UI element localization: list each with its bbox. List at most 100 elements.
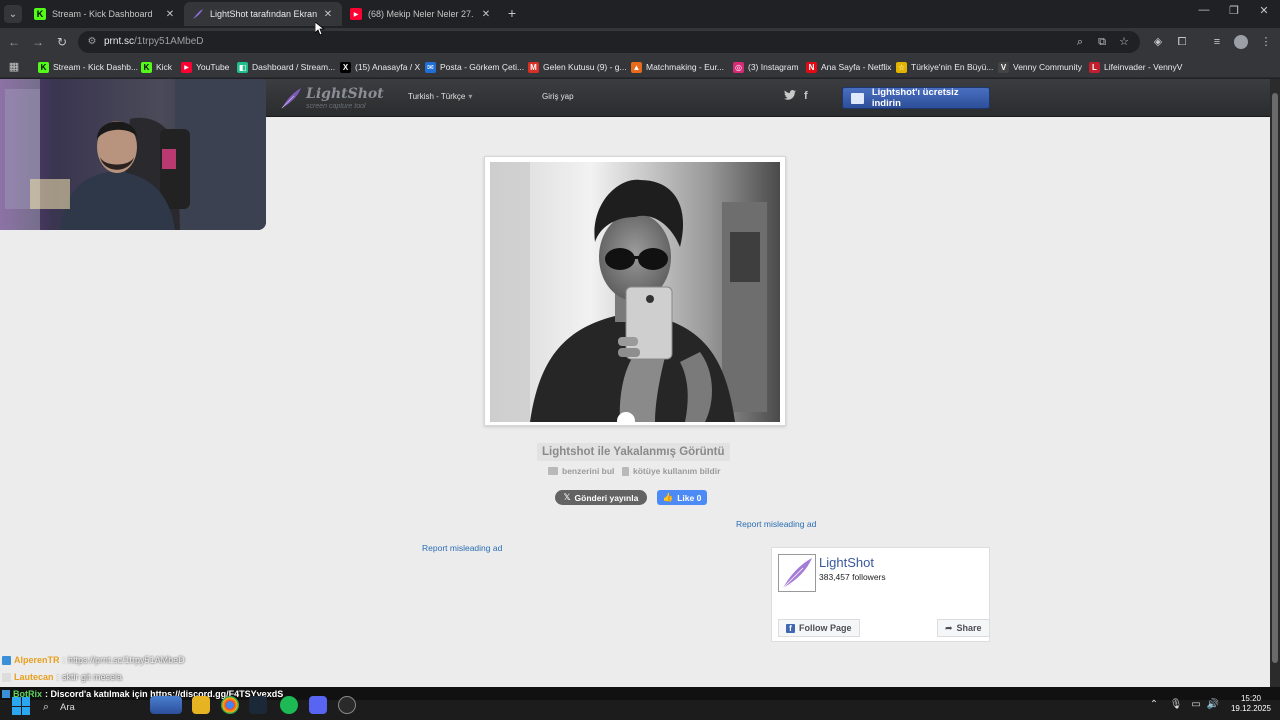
tab-title: Stream - Kick Dashboard: [52, 9, 153, 19]
spotify-icon[interactable]: [280, 696, 298, 714]
media-control-icon[interactable]: ≡: [1209, 34, 1225, 50]
bookmark-item[interactable]: K Stream - Kick Dashb...: [38, 60, 138, 74]
extensions-puzzle-icon[interactable]: ⧠: [1174, 34, 1190, 50]
lightshot-header: LightShot screen capture tool Turkish - …: [266, 79, 1270, 117]
bookmark-item[interactable]: ▶ YouTube: [181, 60, 229, 74]
url-host: prnt.sc: [104, 36, 135, 47]
chevron-up-icon[interactable]: ⌃: [1147, 699, 1161, 710]
lightshot-page-avatar[interactable]: [778, 554, 816, 592]
scrollbar-thumb[interactable]: [1272, 93, 1278, 663]
chat-badge-icon: [2, 672, 11, 682]
bookmark-star-icon[interactable]: ☆: [1117, 35, 1131, 49]
kick-icon: K: [34, 8, 46, 20]
x-icon: 𝕏: [563, 492, 571, 502]
twitter-icon[interactable]: [784, 90, 796, 103]
apps-grid-icon[interactable]: ▦: [8, 61, 20, 73]
chevron-down-icon: ⌄: [8, 8, 18, 20]
bookmark-item[interactable]: ✉ Posta - Görkem Çeti...: [425, 60, 524, 74]
webcam-overlay: [0, 79, 266, 230]
new-tab-button[interactable]: +: [505, 6, 519, 20]
address-bar[interactable]: ⚙ prnt.sc/1trpy51AMbeD ⌕ ⧉ ☆: [78, 31, 1140, 53]
bookmark-item[interactable]: ☆ Türkiye'nin En Büyü...: [896, 60, 993, 74]
discord-icon[interactable]: [309, 696, 327, 714]
lightshot-logo[interactable]: LightShot screen capture tool: [280, 85, 384, 113]
back-arrow-icon[interactable]: ←: [6, 34, 22, 50]
bookmark-item[interactable]: ◧ Dashboard / Stream...: [237, 60, 335, 74]
forward-arrow-icon[interactable]: →: [30, 34, 46, 50]
microphone-icon[interactable]: 🎙: [1169, 699, 1183, 710]
fb-page-name[interactable]: LightShot: [819, 555, 874, 570]
menu-dots-icon[interactable]: ⋮: [1258, 34, 1274, 50]
url-text[interactable]: prnt.sc/1trpy51AMbeD: [104, 36, 204, 47]
install-app-icon[interactable]: ⧉: [1095, 35, 1109, 49]
login-link[interactable]: Giriş yap: [542, 92, 574, 101]
chrome-icon[interactable]: [221, 696, 239, 714]
facebook-icon: f: [786, 623, 795, 633]
bookmark-item[interactable]: ◎ (3) Instagram: [733, 60, 799, 74]
chat-separator: :: [62, 655, 66, 665]
close-icon[interactable]: ✕: [480, 9, 492, 20]
steam-icon[interactable]: [249, 696, 267, 714]
bookmark-item[interactable]: N Ana Sayfa - Netflix: [806, 60, 891, 74]
volume-icon[interactable]: 🔊: [1206, 699, 1220, 710]
bookmark-label: Kick: [156, 62, 173, 72]
chat-badge-icon: [2, 689, 10, 698]
windows-taskbar: BotRix : Discord'a katılmak için https:/…: [0, 687, 1280, 720]
taskbar-search[interactable]: ⌕ Ara: [40, 699, 140, 715]
bookmark-item[interactable]: K Kick: [141, 60, 172, 74]
bookmark-item[interactable]: ▲ Matchmaking - Eur...: [631, 60, 724, 74]
language-selector[interactable]: Turkish - Türkçe ▾: [408, 92, 472, 101]
system-clock[interactable]: 15:20 19.12.2025: [1226, 694, 1276, 714]
bookmark-label: Gelen Kutusu (9) - g...: [543, 62, 627, 72]
find-similar-link[interactable]: benzerini bul: [548, 466, 614, 476]
network-icon[interactable]: ▭: [1189, 699, 1203, 710]
bookmark-label: Lifeinvader - VennyV: [1104, 62, 1183, 72]
zoom-icon[interactable]: ⌕: [1073, 35, 1087, 49]
tweet-button[interactable]: 𝕏 Gönderi yayınla: [555, 490, 647, 505]
restore-button[interactable]: ❐: [1224, 4, 1244, 17]
file-explorer-icon[interactable]: [192, 696, 210, 714]
share-button[interactable]: ➦ Share: [937, 619, 990, 637]
download-button[interactable]: Lightshot'ı ücretsiz indirin: [842, 87, 990, 109]
tab-youtube-video[interactable]: ▶ (68) Mekip Neler Neler 27. Bölü ✕: [342, 2, 500, 26]
extension-icon[interactable]: ◈: [1150, 34, 1166, 50]
like-button-label: Like 0: [677, 492, 702, 503]
report-misleading-ad-link[interactable]: Report misleading ad: [736, 519, 816, 529]
widget-icon[interactable]: [150, 696, 182, 714]
close-icon[interactable]: ✕: [322, 9, 334, 20]
youtube-icon: ▶: [181, 61, 192, 73]
logo-subtitle: screen capture tool: [306, 103, 366, 110]
screenshot-frame: [484, 156, 786, 426]
screenshot-image[interactable]: [490, 162, 780, 422]
facebook-icon[interactable]: f: [804, 90, 808, 102]
instagram-icon: ◎: [733, 61, 744, 73]
tab-kick-dashboard[interactable]: K Stream - Kick Dashboard ✕: [26, 2, 184, 26]
feather-logo-icon: [281, 88, 301, 109]
reload-icon[interactable]: ↻: [54, 34, 70, 50]
bookmark-item[interactable]: X (15) Anasayfa / X: [340, 60, 420, 74]
chat-badge-icon: [2, 655, 11, 665]
windows-start-icon[interactable]: [12, 697, 30, 715]
chat-text: https://prnt.sc/1trpy51AMbeD: [68, 655, 185, 665]
bookmark-item[interactable]: L Lifeinvader - VennyV: [1089, 60, 1182, 74]
search-label: Ara: [60, 701, 75, 713]
page-scrollbar[interactable]: [1270, 79, 1280, 687]
follow-page-label: Follow Page: [799, 623, 852, 633]
dashboard-icon: ◧: [237, 61, 248, 73]
camera-icon: [548, 467, 558, 475]
tab-search-button[interactable]: ⌄: [4, 5, 22, 23]
profile-avatar[interactable]: [1234, 35, 1248, 49]
chat-text: sktir git mesela: [62, 672, 123, 682]
close-icon[interactable]: ✕: [164, 9, 176, 20]
star-icon: ☆: [896, 61, 907, 73]
bookmark-item[interactable]: V Venny Community: [998, 60, 1082, 74]
like-button[interactable]: 👍 Like 0: [657, 490, 707, 505]
site-info-icon[interactable]: ⚙: [86, 36, 98, 48]
follow-page-button[interactable]: f Follow Page: [778, 619, 860, 637]
bookmark-item[interactable]: M Gelen Kutusu (9) - g...: [528, 60, 627, 74]
obs-icon[interactable]: [338, 696, 356, 714]
report-abuse-link[interactable]: kötüye kullanım bildir: [622, 466, 720, 476]
minimize-button[interactable]: —: [1194, 4, 1214, 16]
report-misleading-ad-link[interactable]: Report misleading ad: [422, 543, 502, 553]
close-window-button[interactable]: ✕: [1254, 4, 1274, 17]
